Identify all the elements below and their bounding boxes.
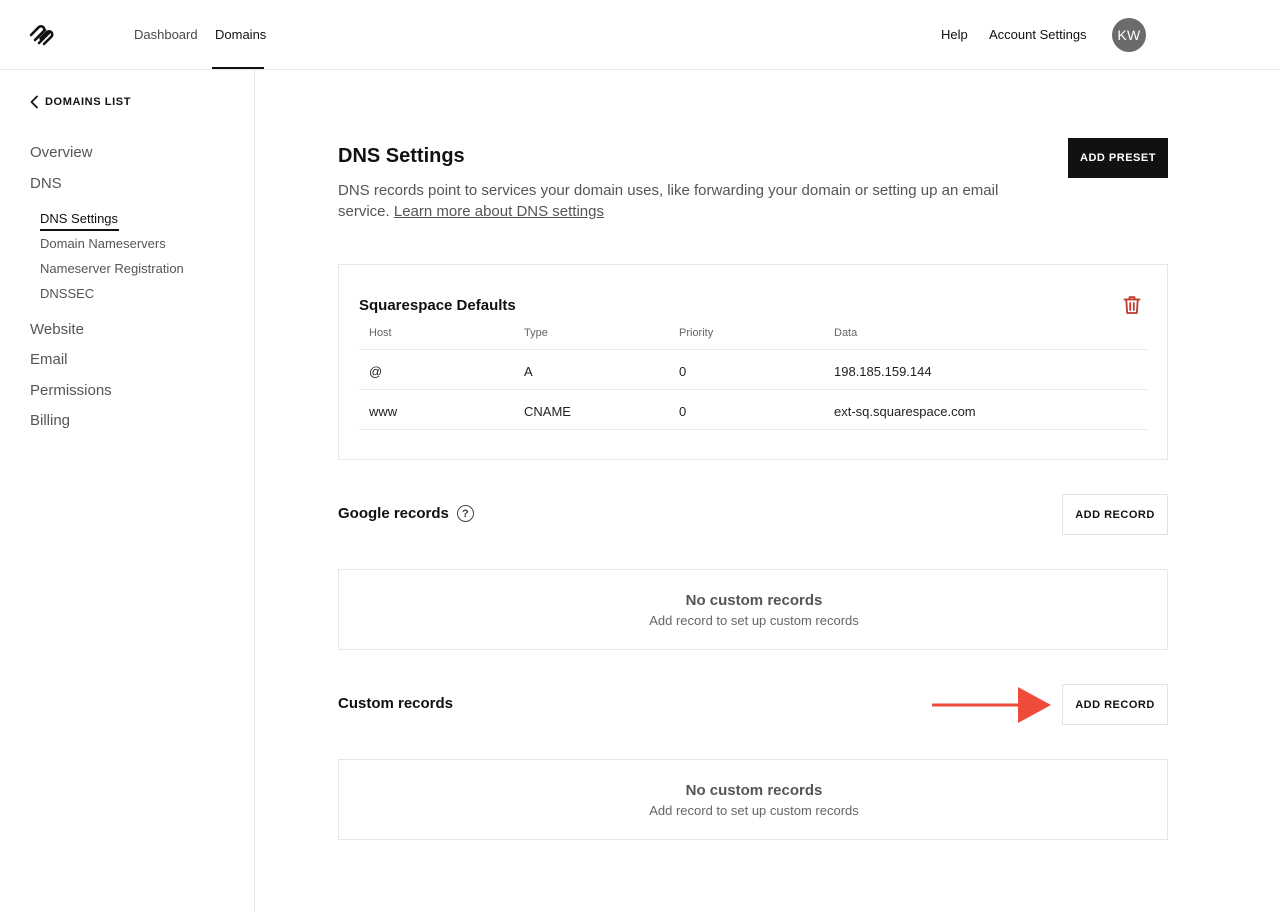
nav-domains[interactable]: Domains <box>215 27 266 42</box>
cell-host: @ <box>369 364 383 379</box>
empty-state-subtitle: Add record to set up custom records <box>649 613 859 628</box>
sidebar-subitem-nameserver-registration[interactable]: Nameserver Registration <box>40 261 184 276</box>
account-settings-link[interactable]: Account Settings <box>989 27 1087 42</box>
google-records-heading: Google records ? <box>338 505 474 522</box>
sidebar-subitem-dns-settings[interactable]: DNS Settings <box>40 211 118 226</box>
cell-type: A <box>524 364 533 379</box>
column-header-host: Host <box>369 327 392 339</box>
sidebar-item-permissions[interactable]: Permissions <box>30 382 112 399</box>
arrow-right-icon <box>932 687 1051 723</box>
sidebar-item-billing[interactable]: Billing <box>30 412 70 429</box>
table-row: www CNAME 0 ext-sq.squarespace.com <box>359 390 1149 430</box>
squarespace-logo[interactable] <box>28 22 56 48</box>
back-link-label: DOMAINS LIST <box>45 96 132 108</box>
domains-list-back-link[interactable]: DOMAINS LIST <box>30 95 131 109</box>
cell-host: www <box>369 404 398 419</box>
custom-add-record-button[interactable]: ADD RECORD <box>1062 684 1168 725</box>
table-row: @ A 0 198.185.159.144 <box>359 350 1149 390</box>
sidebar-subitem-dnssec[interactable]: DNSSEC <box>40 286 94 301</box>
column-header-data: Data <box>834 327 858 339</box>
add-preset-button[interactable]: ADD PRESET <box>1068 138 1168 178</box>
top-navigation: Dashboard Domains Help Account Settings … <box>0 0 1280 70</box>
google-add-record-button[interactable]: ADD RECORD <box>1062 494 1168 535</box>
sidebar-subitem-domain-nameservers[interactable]: Domain Nameservers <box>40 236 166 251</box>
cell-data: 198.185.159.144 <box>834 364 932 379</box>
custom-records-title: Custom records <box>338 695 454 712</box>
active-subitem-underline <box>40 229 119 231</box>
sidebar-item-dns[interactable]: DNS <box>30 175 62 192</box>
cell-type: CNAME <box>524 404 571 419</box>
table-header: Host Type Priority Data <box>359 323 1149 350</box>
squarespace-defaults-card: Squarespace Defaults Host Type Priority … <box>338 264 1168 460</box>
nav-dashboard[interactable]: Dashboard <box>134 27 198 42</box>
avatar[interactable]: KW <box>1112 18 1146 52</box>
defaults-table: Host Type Priority Data @ A 0 198.185.15… <box>359 323 1149 430</box>
empty-state-title: No custom records <box>685 782 823 799</box>
google-records-empty-card: No custom records Add record to set up c… <box>338 569 1168 650</box>
sidebar-item-overview[interactable]: Overview <box>30 144 93 161</box>
active-nav-underline <box>212 67 264 69</box>
empty-state-title: No custom records <box>685 592 823 609</box>
chevron-left-icon <box>30 95 38 109</box>
custom-records-heading: Custom records <box>338 695 453 712</box>
column-header-type: Type <box>524 327 548 339</box>
google-records-title: Google records <box>338 505 449 522</box>
sidebar-item-website[interactable]: Website <box>30 321 84 338</box>
learn-more-link[interactable]: Learn more about DNS settings <box>394 203 604 220</box>
defaults-title: Squarespace Defaults <box>359 297 516 314</box>
custom-records-empty-card: No custom records Add record to set up c… <box>338 759 1168 840</box>
help-link[interactable]: Help <box>941 27 968 42</box>
sidebar: DOMAINS LIST Overview DNS DNS Settings D… <box>0 70 255 912</box>
sidebar-item-email[interactable]: Email <box>30 351 68 368</box>
column-header-priority: Priority <box>679 327 714 339</box>
cell-priority: 0 <box>679 404 687 419</box>
cell-priority: 0 <box>679 364 687 379</box>
page-title: DNS Settings <box>338 145 465 167</box>
help-circle-icon[interactable]: ? <box>456 505 474 522</box>
cell-data: ext-sq.squarespace.com <box>834 404 976 419</box>
empty-state-subtitle: Add record to set up custom records <box>649 803 859 818</box>
page-description: DNS records point to services your domai… <box>338 180 1038 222</box>
trash-icon[interactable] <box>1123 295 1141 315</box>
